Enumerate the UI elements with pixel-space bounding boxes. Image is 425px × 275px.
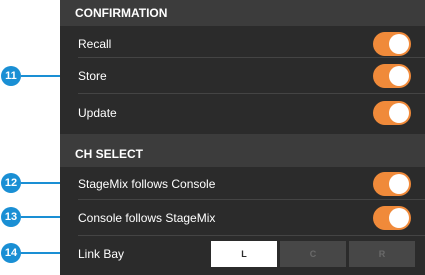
recall-label: Recall	[78, 37, 112, 51]
toggle-knob	[389, 103, 409, 123]
console-follows-stagemix-label: Console follows StageMix	[78, 211, 216, 225]
console-follows-stagemix-row: Console follows StageMix	[60, 199, 425, 237]
confirmation-header: CONFIRMATION	[60, 0, 425, 26]
link-bay-option-r[interactable]: R	[349, 241, 415, 267]
callout-13: 13	[1, 207, 21, 227]
update-label: Update	[78, 106, 117, 120]
stagemix-follows-console-label: StageMix follows Console	[78, 177, 216, 191]
link-bay-row: Link Bay L C R	[60, 235, 425, 273]
toggle-knob	[389, 34, 409, 54]
callout-12: 12	[1, 173, 21, 193]
callout-14: 14	[1, 243, 21, 263]
toggle-knob	[389, 174, 409, 194]
recall-toggle[interactable]	[373, 32, 411, 56]
link-bay-segmented-control: L C R	[211, 241, 415, 267]
stagemix-follows-console-row: StageMix follows Console	[60, 165, 425, 203]
store-label: Store	[78, 69, 107, 83]
link-bay-option-c[interactable]: C	[280, 241, 346, 267]
link-bay-label: Link Bay	[78, 247, 125, 261]
link-bay-option-l[interactable]: L	[211, 241, 277, 267]
settings-panel: CONFIRMATION Recall Store Update CH SELE…	[60, 0, 425, 275]
store-toggle[interactable]	[373, 64, 411, 88]
store-row: Store	[60, 57, 425, 95]
toggle-knob	[389, 66, 409, 86]
update-row: Update	[60, 94, 425, 132]
console-follows-stagemix-toggle[interactable]	[373, 206, 411, 230]
toggle-knob	[389, 208, 409, 228]
callout-11: 11	[1, 66, 21, 86]
ch-select-header: CH SELECT	[60, 134, 425, 167]
stagemix-follows-console-toggle[interactable]	[373, 172, 411, 196]
update-toggle[interactable]	[373, 101, 411, 125]
